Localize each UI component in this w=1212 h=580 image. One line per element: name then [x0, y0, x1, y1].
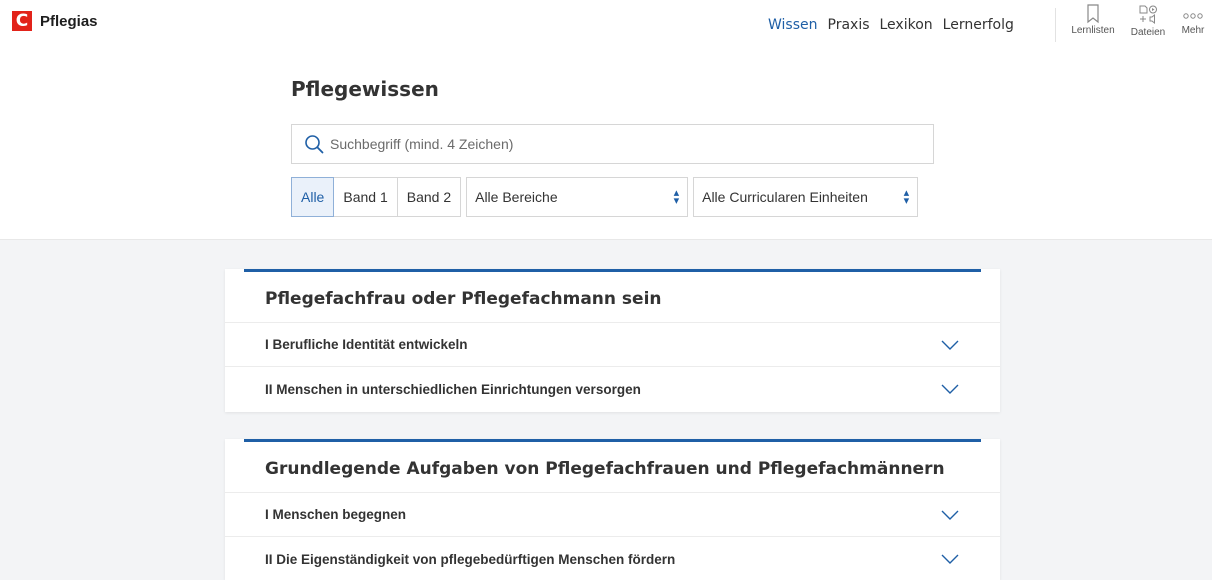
- search-input[interactable]: [330, 136, 910, 152]
- chevron-down-icon: [941, 340, 959, 350]
- more-icon: [1183, 13, 1203, 19]
- bookmark-icon: [1087, 4, 1099, 24]
- card-title: Pflegefachfrau oder Pflegefachmann sein: [225, 269, 1000, 323]
- mehr-label: Mehr: [1181, 25, 1205, 36]
- nav-item-wissen[interactable]: Wissen: [768, 17, 818, 33]
- accordion-row[interactable]: I Menschen begegnen: [225, 493, 1000, 537]
- page-title: Pflegewissen: [291, 77, 439, 101]
- select-arrows-icon: ▴ ▾: [903, 187, 910, 207]
- filter-alle[interactable]: Alle: [291, 177, 335, 217]
- dateien-label: Dateien: [1130, 27, 1166, 38]
- accordion-row-label: I Menschen begegnen: [265, 507, 407, 522]
- filter-band-1[interactable]: Band 1: [333, 177, 398, 217]
- files-icon: [1139, 5, 1157, 25]
- accordion-row[interactable]: I Berufliche Identität entwickeln: [225, 323, 1000, 367]
- nav-item-lexikon[interactable]: Lexikon: [880, 17, 933, 33]
- curricular-select-value: Alle Curricularen Einheiten: [702, 189, 868, 205]
- accordion-row-label: II Menschen in unterschiedlichen Einrich…: [265, 381, 641, 397]
- nav-item-lernerfolg[interactable]: Lernerfolg: [943, 17, 1014, 33]
- brand[interactable]: C Pflegias: [12, 11, 98, 31]
- chevron-down-icon: [941, 384, 959, 394]
- filter-band-2[interactable]: Band 2: [396, 177, 462, 217]
- brand-logo-icon: C: [12, 11, 32, 31]
- brand-name: Pflegias: [40, 12, 98, 30]
- search-header-section: Pflegewissen Alle Band 1 Band 2 Alle Ber…: [0, 50, 1212, 240]
- nav-divider: [1055, 8, 1056, 42]
- dateien-button[interactable]: Dateien: [1128, 4, 1168, 38]
- mehr-button[interactable]: Mehr: [1178, 4, 1208, 36]
- lernlisten-label: Lernlisten: [1071, 25, 1115, 36]
- card-accent-bar: [244, 269, 981, 272]
- topic-card: Pflegefachfrau oder Pflegefachmann sein …: [225, 269, 1000, 412]
- curricular-select[interactable]: Alle Curricularen Einheiten ▴ ▾: [693, 177, 919, 217]
- select-arrows-icon: ▴ ▾: [673, 187, 680, 207]
- card-accent-bar: [244, 439, 981, 442]
- chevron-down-icon: [941, 510, 959, 520]
- nav-item-praxis[interactable]: Praxis: [828, 17, 870, 33]
- lernlisten-button[interactable]: Lernlisten: [1068, 4, 1118, 36]
- top-navigation-bar: C Pflegias Wissen Praxis Lexikon Lernerf…: [0, 0, 1212, 50]
- accordion-row[interactable]: II Menschen in unterschiedlichen Einrich…: [225, 367, 1000, 411]
- search-icon: [305, 135, 324, 154]
- bereiche-select[interactable]: Alle Bereiche ▴ ▾: [466, 177, 689, 217]
- search-box[interactable]: [291, 124, 934, 164]
- filter-bar: Alle Band 1 Band 2 Alle Bereiche ▴ ▾ Alle…: [291, 177, 919, 217]
- accordion-row-label: II Die Eigenständigkeit von pflegebedürf…: [265, 551, 676, 567]
- main-nav: Wissen Praxis Lexikon Lernerfolg: [768, 17, 1024, 33]
- bereiche-select-value: Alle Bereiche: [475, 189, 558, 205]
- topic-card: Grundlegende Aufgaben von Pflegefachfrau…: [225, 439, 1000, 580]
- accordion-row[interactable]: II Die Eigenständigkeit von pflegebedürf…: [225, 537, 1000, 580]
- accordion-row-label: I Berufliche Identität entwickeln: [265, 337, 468, 352]
- chevron-down-icon: [941, 554, 959, 564]
- card-title: Grundlegende Aufgaben von Pflegefachfrau…: [225, 439, 1000, 493]
